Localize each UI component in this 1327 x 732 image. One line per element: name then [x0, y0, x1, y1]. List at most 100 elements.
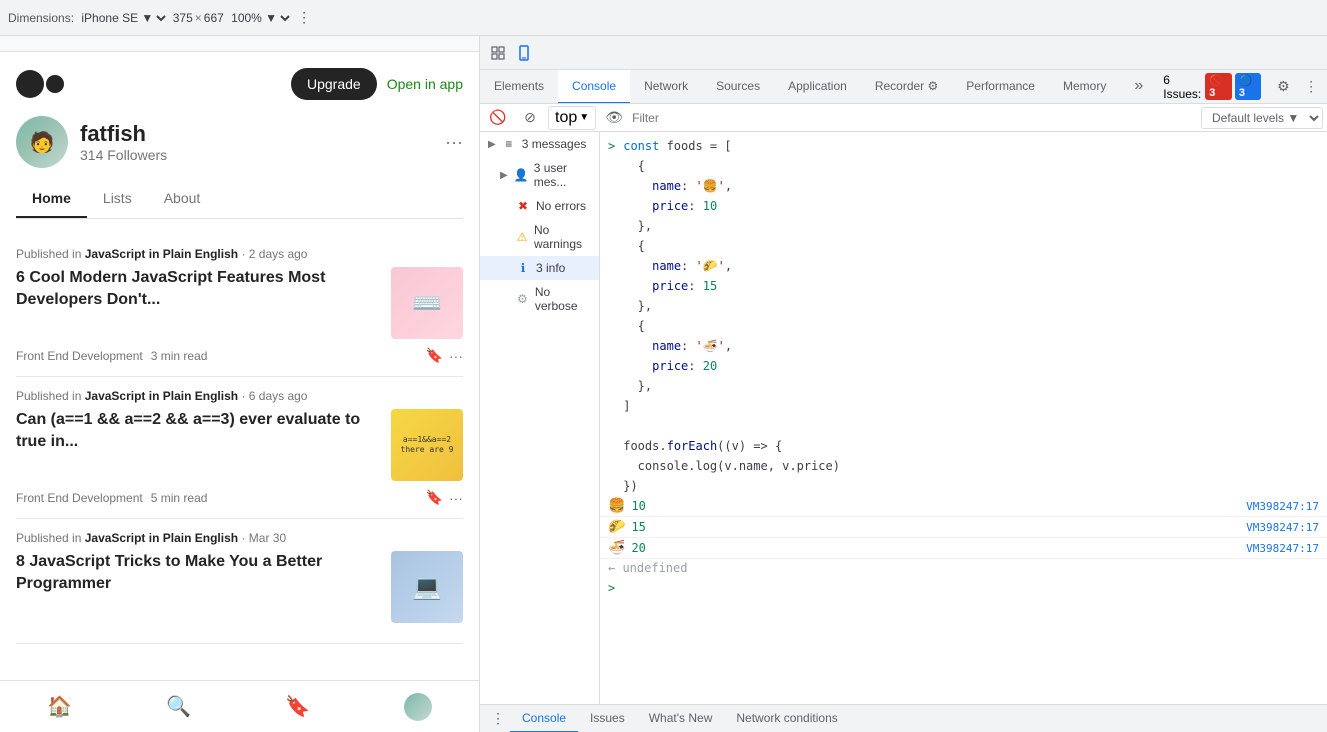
- devtools-tab-icons: 6 Issues: 🚫 3 🔵 3 ⚙ ⋮: [1157, 70, 1327, 104]
- issues-red-badge: 🚫 3: [1205, 73, 1232, 100]
- code-indent10: [608, 337, 615, 355]
- code-indent5: [608, 237, 615, 255]
- top-selector[interactable]: top ▼: [548, 106, 596, 130]
- article-title-2[interactable]: Can (a==1 && a==2 && a==3) ever evaluate…: [16, 409, 383, 454]
- tab-recorder[interactable]: Recorder ⚙: [861, 70, 952, 104]
- bottom-more-button[interactable]: ⋮: [486, 705, 510, 732]
- console-main: > const foods = [ { name: '🍔', pr: [600, 132, 1327, 704]
- console-input[interactable]: [629, 581, 1319, 595]
- output-value-2: 15: [631, 520, 645, 534]
- devtools-content: ▶ ≡ 3 messages ▶ 👤 3 user mes... ✖ No er…: [480, 132, 1327, 704]
- expand-icon-user: ▶: [500, 170, 508, 181]
- bottom-tab-issues[interactable]: Issues: [578, 705, 637, 732]
- nav-lists[interactable]: Lists: [87, 180, 148, 218]
- code-line-close2: },: [600, 296, 1327, 316]
- tab-memory[interactable]: Memory: [1049, 70, 1120, 104]
- sidebar-item-no-errors[interactable]: ✖ No errors: [480, 194, 599, 218]
- sidebar-item-user-messages[interactable]: ▶ 👤 3 user mes...: [480, 156, 599, 194]
- bottom-tab-console[interactable]: Console: [510, 705, 578, 732]
- open-in-app-link[interactable]: Open in app: [387, 76, 463, 92]
- devtools-tabs: Elements Console Network Sources Applica…: [480, 70, 1327, 104]
- more-button[interactable]: ⋮: [1299, 73, 1323, 101]
- file-ref-1[interactable]: VM398247:17: [1246, 500, 1319, 513]
- footer-icons-2: 🔖 ···: [426, 489, 463, 506]
- more-icon-1[interactable]: ···: [449, 348, 463, 364]
- code-line-prompt[interactable]: > const foods = [: [600, 136, 1327, 156]
- tab-network[interactable]: Network: [630, 70, 702, 104]
- bookmark-nav-icon[interactable]: 🔖: [285, 694, 310, 719]
- profile-followers: 314 Followers: [80, 147, 433, 163]
- levels-dropdown[interactable]: Default levels ▼: [1201, 107, 1323, 129]
- console-clear-button[interactable]: 🚫: [484, 104, 512, 132]
- code-line-close1: },: [600, 216, 1327, 236]
- bottom-tab-whatsnew[interactable]: What's New: [637, 705, 725, 732]
- mobile-content: Upgrade Open in app 🧑 fatfish 314 Follow…: [0, 52, 479, 680]
- ruler: [0, 36, 479, 52]
- code-indent9: [608, 317, 615, 335]
- tab-application[interactable]: Application: [774, 70, 861, 104]
- profile-section: 🧑 fatfish 314 Followers ···: [16, 116, 463, 168]
- tab-elements[interactable]: Elements: [480, 70, 558, 104]
- eye-icon[interactable]: 👁: [600, 104, 628, 132]
- home-nav-icon[interactable]: 🏠: [47, 694, 72, 719]
- user-avatar-nav[interactable]: [404, 693, 432, 721]
- code-indent3: [608, 197, 615, 215]
- code-line-close3: },: [600, 376, 1327, 396]
- search-nav-icon[interactable]: 🔍: [166, 694, 191, 719]
- tab-performance[interactable]: Performance: [952, 70, 1049, 104]
- settings-button[interactable]: ⚙: [1271, 73, 1295, 101]
- profile-more-button[interactable]: ···: [445, 132, 463, 153]
- article-tag-2[interactable]: Front End Development: [16, 491, 143, 505]
- sidebar-item-no-verbose[interactable]: ⚙ No verbose: [480, 280, 599, 318]
- user-icon: 👤: [514, 168, 528, 182]
- code-line-name2: name: '🌮',: [600, 256, 1327, 276]
- height-value: 667: [204, 11, 224, 25]
- code-arr-close: ]: [623, 397, 1319, 415]
- toolbar-more-button[interactable]: ⋮: [297, 9, 311, 26]
- code-indent8: [608, 297, 615, 315]
- tab-sources[interactable]: Sources: [702, 70, 774, 104]
- article-card-3: Published in JavaScript in Plain English…: [16, 519, 463, 644]
- nav-about[interactable]: About: [148, 180, 217, 218]
- file-ref-3[interactable]: VM398247:17: [1246, 542, 1319, 555]
- expand-icon-messages: ▶: [488, 139, 496, 150]
- device-toggle[interactable]: [512, 39, 540, 67]
- width-value: 375: [173, 11, 193, 25]
- bottom-tab-network-conditions[interactable]: Network conditions: [724, 705, 849, 732]
- code-indent15: [608, 457, 615, 475]
- sidebar-item-info[interactable]: ℹ 3 info: [480, 256, 599, 280]
- issues-badge[interactable]: 6 Issues: 🚫 3 🔵 3: [1157, 70, 1267, 104]
- code-line-brace1: {: [600, 156, 1327, 176]
- article-title-3[interactable]: 8 JavaScript Tricks to Make You a Better…: [16, 551, 383, 596]
- nav-home[interactable]: Home: [16, 180, 87, 218]
- code-brace2: {: [623, 237, 1319, 255]
- device-select[interactable]: iPhone SE ▼: [77, 10, 169, 26]
- sidebar-item-no-warnings[interactable]: ⚠ No warnings: [480, 218, 599, 256]
- more-icon-2[interactable]: ···: [449, 490, 463, 506]
- medium-logo: [16, 70, 64, 98]
- profile-info: fatfish 314 Followers: [80, 121, 433, 163]
- filter-input[interactable]: [632, 111, 1197, 125]
- console-filter-button[interactable]: ⊘: [516, 104, 544, 132]
- code-indent12: [608, 377, 615, 395]
- article-card-1: Published in JavaScript in Plain English…: [16, 235, 463, 377]
- devtools-topbar: [480, 36, 1327, 70]
- issues-label: 6 Issues:: [1163, 73, 1202, 101]
- input-prompt: >: [608, 581, 615, 595]
- input-line[interactable]: >: [600, 577, 1327, 599]
- sidebar-item-messages[interactable]: ▶ ≡ 3 messages: [480, 132, 599, 156]
- code-indent14: [608, 437, 615, 455]
- bookmark-icon-2[interactable]: 🔖: [426, 489, 443, 506]
- inspect-toggle[interactable]: [484, 39, 512, 67]
- tab-console[interactable]: Console: [558, 70, 630, 104]
- zoom-select[interactable]: 100% ▼: [227, 10, 293, 26]
- upgrade-button[interactable]: Upgrade: [291, 68, 377, 100]
- article-thumb-1: ⌨️: [391, 267, 463, 339]
- file-ref-2[interactable]: VM398247:17: [1246, 521, 1319, 534]
- bookmark-icon-1[interactable]: 🔖: [426, 347, 443, 364]
- article-title-1[interactable]: 6 Cool Modern JavaScript Features Most D…: [16, 267, 383, 312]
- code-name1: name: '🍔',: [623, 177, 1319, 195]
- warning-icon: ⚠: [516, 230, 528, 244]
- tab-more[interactable]: »: [1120, 70, 1157, 104]
- article-tag-1[interactable]: Front End Development: [16, 349, 143, 363]
